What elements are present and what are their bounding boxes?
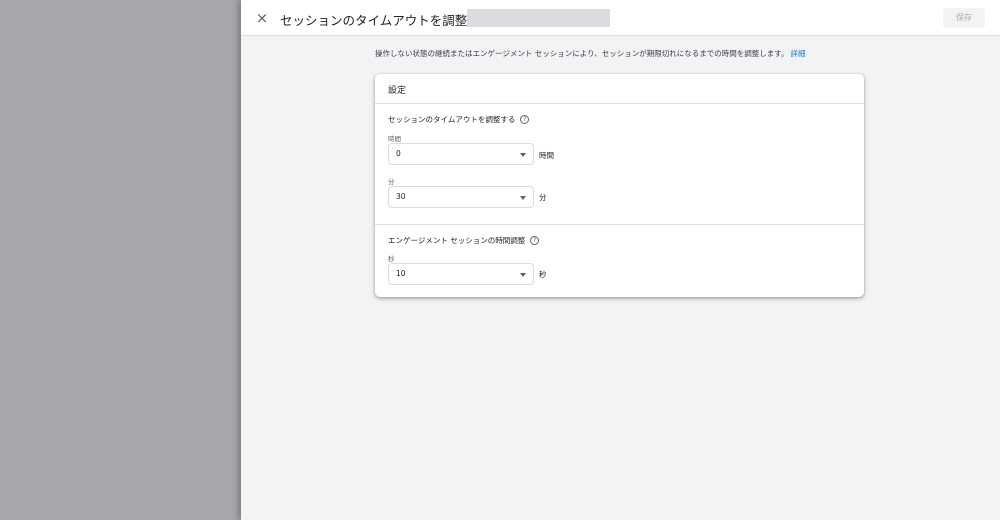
modal-backdrop[interactable] — [0, 0, 241, 520]
hours-value: 0 — [396, 149, 401, 158]
minutes-select[interactable]: 30 — [388, 186, 534, 208]
help-icon[interactable]: ? — [530, 236, 540, 245]
help-icon[interactable]: ? — [520, 115, 530, 124]
seconds-select[interactable]: 10 — [388, 263, 534, 285]
panel-header: × セッションのタイムアウトを調整する 保存 — [241, 0, 1000, 36]
engaged-session-section-title: エンゲージメント セッションの時間調整 ? — [388, 235, 540, 246]
save-button[interactable]: 保存 — [943, 8, 985, 28]
section-divider — [375, 224, 864, 225]
minutes-unit: 分 — [539, 193, 547, 202]
minutes-label: 分 — [388, 178, 395, 186]
description-text: 操作しない状態の継続またはエンゲージメント セッションにより、セッションが期限切… — [375, 49, 789, 58]
dropdown-arrow-icon — [520, 196, 526, 200]
card-title: 設定 — [388, 86, 407, 96]
dropdown-arrow-icon — [520, 153, 526, 157]
settings-panel: × セッションのタイムアウトを調整する 保存 操作しない状態の継続またはエンゲー… — [241, 0, 1000, 520]
page-title: セッションのタイムアウトを調整する — [280, 13, 493, 28]
engaged-session-title-text: エンゲージメント セッションの時間調整 — [388, 236, 526, 245]
seconds-unit: 秒 — [539, 270, 547, 279]
dropdown-arrow-icon — [520, 273, 526, 277]
redacted-property-name — [467, 9, 610, 27]
close-icon[interactable]: × — [253, 9, 271, 27]
card-title-divider — [375, 103, 864, 104]
settings-card: 設定 セッションのタイムアウトを調整する ? 時間 0 時間 分 30 分 エン… — [375, 74, 864, 297]
hours-select[interactable]: 0 — [388, 143, 534, 165]
seconds-value: 10 — [396, 269, 406, 278]
learn-more-link[interactable]: 詳細 — [791, 49, 806, 58]
session-timeout-section-title: セッションのタイムアウトを調整する ? — [388, 114, 530, 125]
page-description: 操作しない状態の継続またはエンゲージメント セッションにより、セッションが期限切… — [375, 48, 806, 59]
session-timeout-title-text: セッションのタイムアウトを調整する — [388, 115, 516, 124]
hours-label: 時間 — [388, 135, 401, 143]
seconds-label: 秒 — [388, 255, 395, 263]
hours-unit: 時間 — [539, 151, 554, 160]
minutes-value: 30 — [396, 192, 406, 201]
